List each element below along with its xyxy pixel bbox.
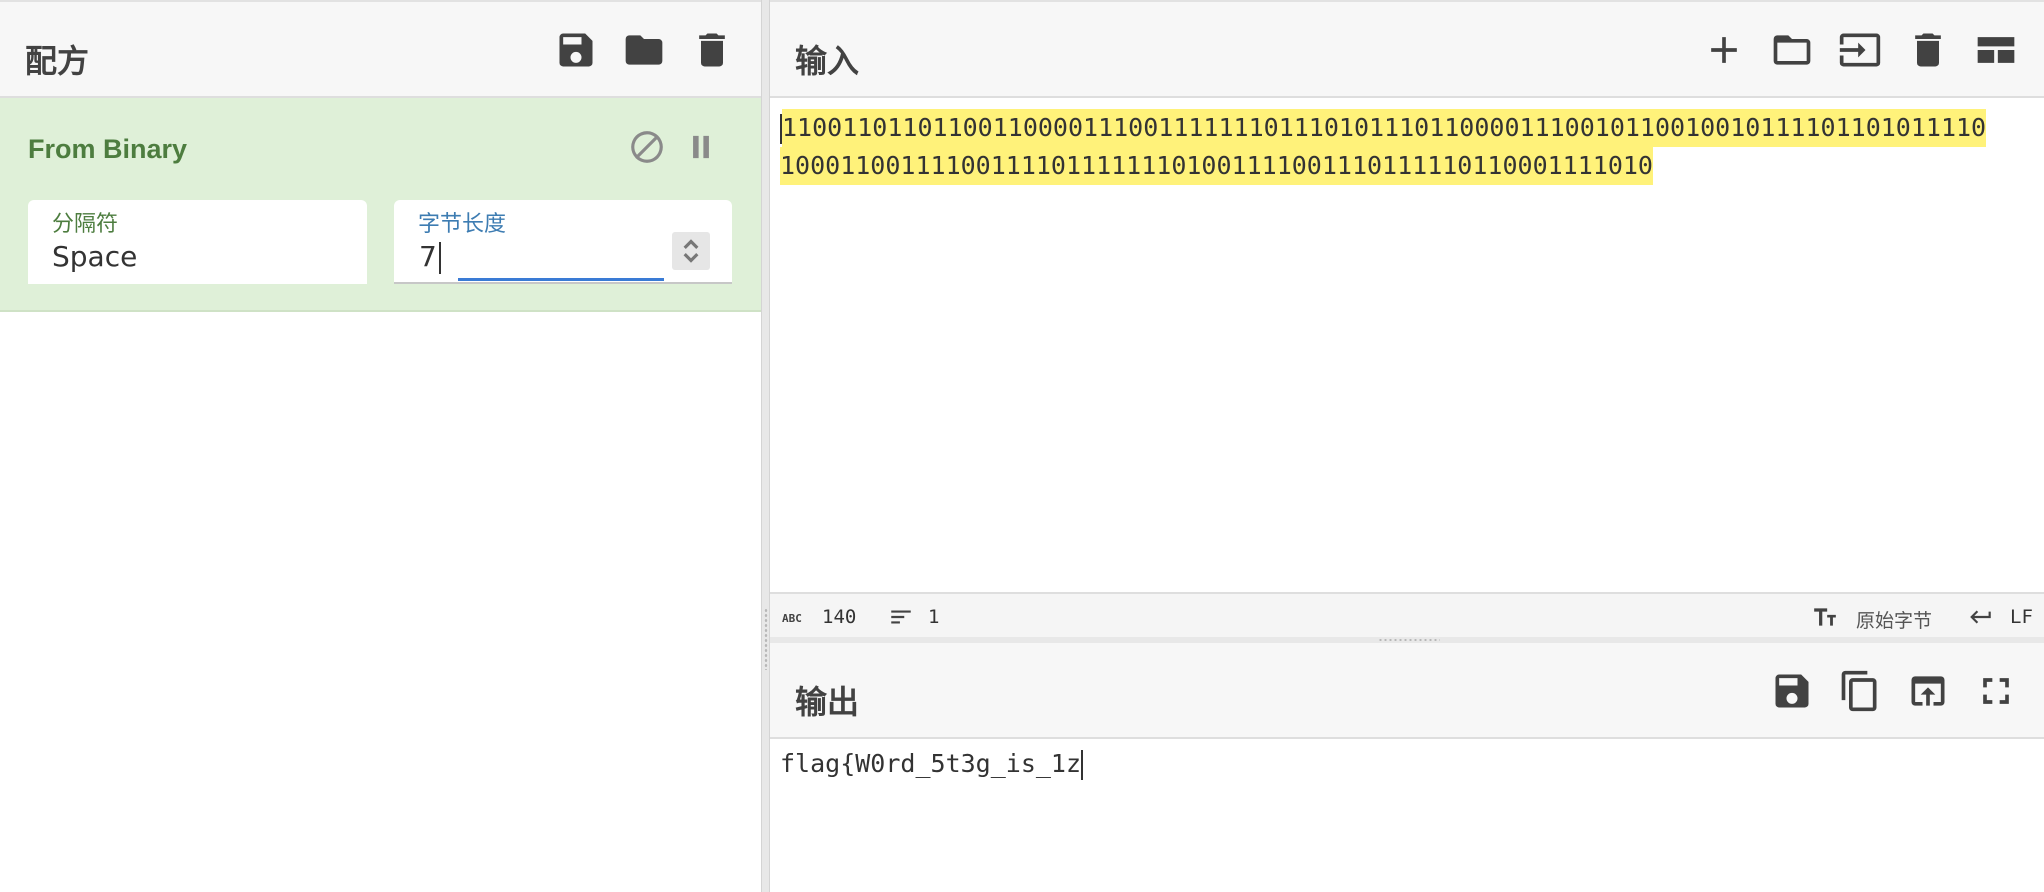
input-title: 输入 [795, 42, 860, 80]
abc-icon: ABC [782, 608, 812, 628]
clear-input-button[interactable] [1906, 28, 1950, 72]
output-pane: 输出 flag{W0rd_5t3g_is_1z [770, 643, 2044, 892]
output-textarea[interactable]: flag{W0rd_5t3g_is_1z [780, 749, 1084, 780]
splitter-grip-icon [764, 608, 768, 670]
fullscreen-icon [1983, 678, 2009, 704]
text-cursor [438, 242, 441, 274]
input-lines: 1 [928, 606, 940, 628]
save-icon [559, 33, 593, 67]
delimiter-field[interactable]: 分隔符 Space [28, 200, 367, 284]
reset-layout-button[interactable] [1974, 28, 2018, 72]
add-input-tab-button[interactable] [1702, 28, 1746, 72]
plus-icon [1711, 37, 1737, 63]
delimiter-label: 分隔符 [52, 212, 119, 237]
input-arrow-icon [1839, 33, 1881, 67]
byte-length-label: 字节长度 [418, 212, 507, 237]
disable-icon [631, 131, 663, 163]
input-status-bar: ABC 140 1 原始字节 LF [770, 592, 2044, 639]
breakpoint-button[interactable] [682, 128, 720, 166]
byte-length-value: 7 [419, 240, 437, 273]
text-size-icon[interactable] [1812, 604, 1838, 630]
lines-icon [888, 604, 914, 630]
input-length: 140 [822, 606, 857, 628]
trash-icon [699, 33, 725, 67]
save-output-button[interactable] [1770, 669, 1814, 713]
recipe-header: 配方 [0, 2, 761, 98]
input-textarea[interactable]: 1100110110110011000011100111111101110101… [780, 109, 2042, 185]
input-focus-underline [458, 278, 664, 281]
operation-name: From Binary [28, 134, 188, 164]
input-header: 输入 [770, 2, 2044, 98]
input-line: 1100110110110011000011100111111101110101… [782, 109, 1987, 147]
byte-length-field[interactable]: 字节长度 7 [394, 200, 732, 284]
vertical-splitter[interactable] [761, 0, 770, 892]
layout-icon [1977, 37, 2015, 63]
trash-icon [1915, 33, 1941, 67]
number-stepper[interactable] [672, 232, 710, 270]
operation-card[interactable]: From Binary 分隔符 Space 字节长度 7 [0, 98, 761, 312]
replace-input-button[interactable] [1906, 669, 1950, 713]
folder-icon [1773, 35, 1811, 65]
svg-text:ABC: ABC [782, 612, 802, 625]
stepper-arrows-icon [683, 239, 699, 263]
output-value: flag{W0rd_5t3g_is_1z [780, 749, 1082, 778]
eol-label[interactable]: LF [2010, 606, 2033, 628]
return-icon[interactable] [1968, 604, 1994, 630]
input-line: 1000110011110011110111111101001111001110… [780, 147, 1653, 185]
byte-length-input[interactable]: 7 [419, 240, 441, 274]
disable-operation-button[interactable] [628, 128, 666, 166]
save-icon [1775, 674, 1809, 708]
load-recipe-button[interactable] [622, 28, 666, 72]
output-header: 输出 [770, 643, 2044, 739]
open-input-file-button[interactable] [1770, 28, 1814, 72]
open-folder-button[interactable] [1838, 28, 1882, 72]
encoding-label[interactable]: 原始字节 [1856, 606, 1932, 633]
text-cursor [1081, 750, 1084, 780]
input-pane: 输入 1100110110110011000011100111111101110… [770, 0, 2044, 639]
clear-recipe-button[interactable] [690, 28, 734, 72]
replace-input-icon [1911, 676, 1945, 706]
recipe-pane: 配方 From Binary 分隔符 Space 字节长度 7 [0, 0, 761, 892]
copy-icon [1841, 670, 1877, 712]
delimiter-value[interactable]: Space [52, 240, 137, 273]
recipe-title: 配方 [25, 42, 90, 80]
copy-output-button[interactable] [1838, 669, 1882, 713]
pause-icon [693, 135, 709, 159]
maximise-output-button[interactable] [1974, 669, 2018, 713]
save-recipe-button[interactable] [554, 28, 598, 72]
splitter-grip-icon [1378, 638, 1440, 642]
output-title: 输出 [795, 683, 860, 721]
folder-icon [625, 35, 663, 65]
